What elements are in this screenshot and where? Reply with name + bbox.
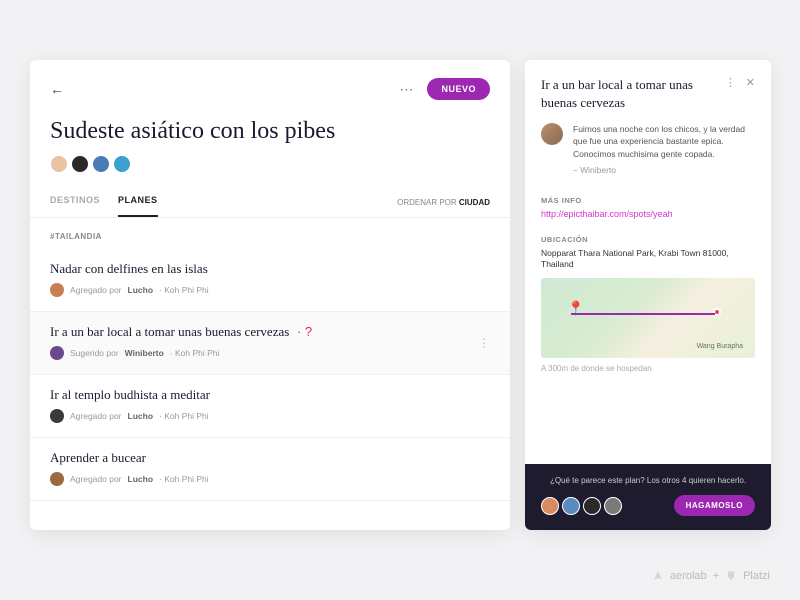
address: Nopparat Thara National Park, Krabi Town…: [525, 248, 771, 270]
comment-block: Fuimos una noche con los chicos, y la ve…: [525, 123, 771, 190]
plan-location: · Koh Phi Phi: [170, 348, 220, 358]
close-icon[interactable]: ✕: [746, 76, 755, 89]
avatar: [541, 497, 559, 515]
author: Lucho: [128, 411, 154, 421]
detail-actions: ⋮ ✕: [725, 76, 755, 89]
plans-list: Nadar con delfines en las islas Agregado …: [30, 249, 510, 501]
credits: aerolab + Platzi: [652, 570, 770, 582]
vote-footer: ¿Qué te parece este plan? Los otros 4 qu…: [525, 464, 771, 530]
item-more-icon[interactable]: ⋮: [478, 336, 490, 350]
map-pin-dest-icon: [713, 308, 721, 316]
location-tag: #TAILANDIA: [30, 218, 510, 249]
plan-item[interactable]: Nadar con delfines en las islas Agregado …: [30, 249, 510, 312]
main-panel: ← ⋯ NUEVO Sudeste asiático con los pibes…: [30, 60, 510, 530]
plan-location: · Koh Phi Phi: [159, 411, 209, 421]
back-button[interactable]: ←: [50, 81, 64, 97]
info-link[interactable]: http://epicthaibar.com/spots/yeah: [525, 209, 771, 219]
sort-prefix: ORDENAR POR: [397, 198, 457, 207]
more-icon[interactable]: ⋯: [399, 81, 415, 98]
new-button[interactable]: NUEVO: [427, 78, 490, 100]
map-area-label: Wang Burapha: [697, 343, 743, 350]
avatar: [50, 472, 64, 486]
sort-value: CIUDAD: [459, 198, 490, 207]
credit-brand1: aerolab: [670, 570, 707, 582]
vote-row: HAGAMOSLO: [541, 495, 755, 516]
detail-title: Ir a un bar local a tomar unas buenas ce…: [541, 76, 721, 111]
top-row: ← ⋯ NUEVO: [50, 78, 490, 100]
detail-header: Ir a un bar local a tomar unas buenas ce…: [525, 60, 771, 123]
plan-title: Ir al templo budhista a meditar: [50, 387, 490, 403]
avatar: [113, 155, 131, 173]
vote-question: ¿Qué te parece este plan? Los otros 4 qu…: [541, 476, 755, 485]
avatar: [541, 123, 563, 145]
avatar: [50, 409, 64, 423]
avatar: [50, 283, 64, 297]
top-actions: ⋯ NUEVO: [399, 78, 490, 100]
plan-meta: Agregado por Lucho · Koh Phi Phi: [50, 472, 490, 486]
more-info-label: MÁS INFO: [525, 196, 771, 205]
detail-panel: Ir a un bar local a tomar unas buenas ce…: [525, 60, 771, 530]
avatar: [583, 497, 601, 515]
platzi-icon: [725, 570, 737, 582]
plan-item[interactable]: Ir al templo budhista a meditar Agregado …: [30, 375, 510, 438]
comment-author: – Winiberto: [573, 164, 755, 176]
avatar: [50, 346, 64, 360]
author: Winiberto: [125, 348, 164, 358]
avatar: [604, 497, 622, 515]
tab-destinos[interactable]: DESTINOS: [50, 195, 100, 217]
avatar: [92, 155, 110, 173]
tabs: DESTINOS PLANES: [50, 195, 158, 217]
distance-note: A 300m de donde se hospedan: [525, 358, 771, 373]
added-prefix: Agregado por: [70, 411, 122, 421]
member-avatars: [50, 155, 490, 173]
map[interactable]: 📍 Wang Burapha: [541, 278, 755, 358]
credit-brand2: Platzi: [743, 570, 770, 582]
plan-meta: Sugerido por Winiberto · Koh Phi Phi: [50, 346, 490, 360]
plan-location: · Koh Phi Phi: [159, 285, 209, 295]
author: Lucho: [128, 285, 154, 295]
plan-item[interactable]: Ir a un bar local a tomar unas buenas ce…: [30, 312, 510, 375]
suggestion-badge: · ?: [293, 324, 312, 339]
page-title: Sudeste asiático con los pibes: [50, 118, 490, 145]
vote-avatars: [541, 497, 622, 515]
do-it-button[interactable]: HAGAMOSLO: [674, 495, 755, 516]
plan-item[interactable]: Aprender a bucear Agregado por Lucho · Ko…: [30, 438, 510, 501]
sort-control[interactable]: ORDENAR POR CIUDAD: [397, 198, 490, 217]
map-pin-origin-icon: 📍: [567, 300, 584, 317]
main-header: ← ⋯ NUEVO Sudeste asiático con los pibes: [30, 60, 510, 173]
plan-location: · Koh Phi Phi: [159, 474, 209, 484]
plan-meta: Agregado por Lucho · Koh Phi Phi: [50, 409, 490, 423]
author: Lucho: [128, 474, 154, 484]
added-prefix: Sugerido por: [70, 348, 119, 358]
plan-title: Nadar con delfines en las islas: [50, 261, 490, 277]
location-label: UBICACIÓN: [525, 235, 771, 244]
avatar: [50, 155, 68, 173]
detail-more-icon[interactable]: ⋮: [725, 76, 736, 89]
avatar: [71, 155, 89, 173]
plan-meta: Agregado por Lucho · Koh Phi Phi: [50, 283, 490, 297]
credit-plus: +: [713, 570, 719, 582]
comment-text: Fuimos una noche con los chicos, y la ve…: [573, 123, 755, 160]
added-prefix: Agregado por: [70, 285, 122, 295]
tab-planes[interactable]: PLANES: [118, 195, 158, 217]
added-prefix: Agregado por: [70, 474, 122, 484]
avatar: [562, 497, 580, 515]
comment-body: Fuimos una noche con los chicos, y la ve…: [573, 123, 755, 176]
plan-title: Ir a un bar local a tomar unas buenas ce…: [50, 324, 490, 340]
tabs-row: DESTINOS PLANES ORDENAR POR CIUDAD: [30, 195, 510, 218]
aerolab-icon: [652, 570, 664, 582]
plan-title: Aprender a bucear: [50, 450, 490, 466]
